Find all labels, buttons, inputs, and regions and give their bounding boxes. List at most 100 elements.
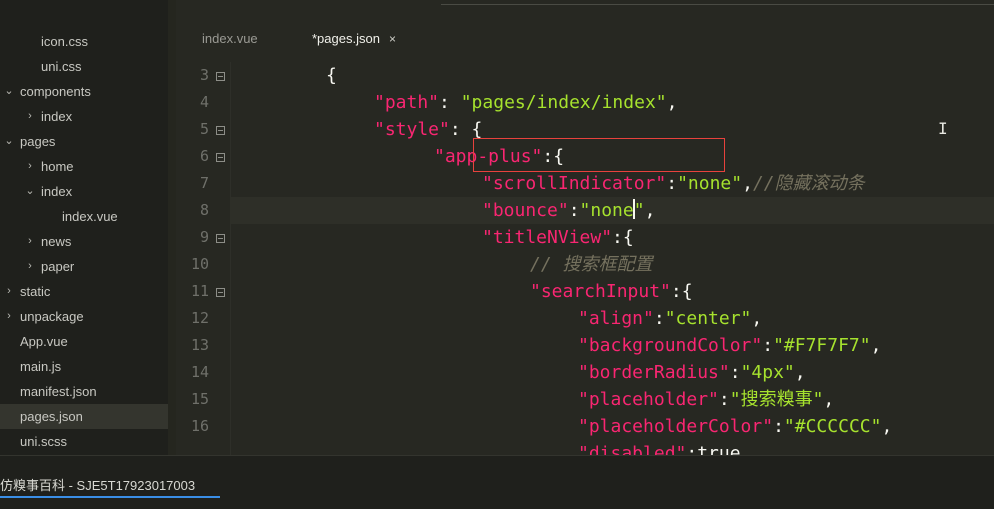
code-token: : { <box>449 119 483 140</box>
tree-item-label: components <box>20 84 91 99</box>
tree-item-main-js[interactable]: main.js <box>0 354 168 379</box>
line-number: 4 <box>199 93 209 111</box>
code-token: :true, <box>686 443 752 455</box>
tree-item-home[interactable]: › home <box>0 154 168 179</box>
tree-item-unpackage[interactable]: › unpackage <box>0 304 168 329</box>
code-token: : <box>653 308 665 329</box>
chevron-right-icon[interactable]: › <box>24 229 36 254</box>
annotation-highlight-box <box>473 138 725 172</box>
tree-item-pages-index[interactable]: ⌄ index <box>0 179 168 204</box>
tree-item-icon-css[interactable]: icon.css <box>0 29 168 54</box>
code-token: "searchInput" <box>530 281 671 302</box>
code-token: : <box>666 173 678 194</box>
fold-toggle-icon[interactable] <box>216 72 225 81</box>
line-number: 5 <box>199 120 209 138</box>
code-line[interactable]: 3{ <box>176 62 994 89</box>
chevron-down-icon[interactable]: ⌄ <box>3 129 15 154</box>
line-number: 7 <box>199 174 209 192</box>
line-number: 10 <box>190 255 209 273</box>
code-line[interactable]: 8 "bounce":"none", <box>200 197 994 224</box>
line-number: 8 <box>199 201 209 219</box>
code-area[interactable]: 3{4 "path": "pages/index/index", 5 "style":… <box>176 62 994 455</box>
tree-item-label: App.vue <box>20 334 68 349</box>
tree-item-label: pages.json <box>20 409 83 424</box>
code-text: "style": { <box>374 116 482 143</box>
code-line[interactable]: "disabled":true, <box>176 440 994 455</box>
line-number: 16 <box>190 417 209 435</box>
tree-item-label: icon.css <box>41 34 88 49</box>
fold-toggle-icon[interactable] <box>216 126 225 135</box>
code-token: : <box>773 416 784 437</box>
tree-item-pages-json[interactable]: pages.json <box>0 404 168 429</box>
chevron-down-icon[interactable]: ⌄ <box>24 179 36 204</box>
chevron-right-icon[interactable]: › <box>3 304 15 329</box>
file-explorer: icon.css uni.css ⌄ components › index ⌄ pag… <box>0 0 168 455</box>
status-bar: 仿糗事百科 - SJE5T17923017003 <box>0 455 994 509</box>
tree-item-app-vue[interactable]: App.vue <box>0 329 168 354</box>
tree-item-pages[interactable]: ⌄ pages <box>0 129 168 154</box>
tab-bar-divider <box>441 4 994 5</box>
code-line[interactable]: 15 "placeholder":"搜索糗事", <box>176 386 994 413</box>
chevron-right-icon[interactable]: › <box>24 254 36 279</box>
code-line[interactable]: 9 "titleNView":{ <box>176 224 994 251</box>
code-token: , <box>823 389 835 410</box>
code-line[interactable]: 10 // 搜索框配置 <box>176 251 994 278</box>
tree-item-label: main.js <box>20 359 62 374</box>
line-number: 15 <box>190 390 209 408</box>
chevron-right-icon[interactable]: › <box>24 154 36 179</box>
active-indicator <box>0 496 220 498</box>
tree-item-paper[interactable]: › paper <box>0 254 168 279</box>
code-line[interactable]: 11 "searchInput":{ <box>176 278 994 305</box>
code-line[interactable]: 12 "align":"center", <box>176 305 994 332</box>
tree-item-manifest-json[interactable]: manifest.json <box>0 379 168 404</box>
tree-item-label: uni.scss <box>20 434 67 449</box>
chevron-right-icon[interactable]: › <box>3 279 15 304</box>
tree-item-uni-css[interactable]: uni.css <box>0 54 168 79</box>
sidebar-scrollbar[interactable] <box>168 0 176 455</box>
code-token: "placeholderColor" <box>578 416 774 437</box>
code-text: // 搜索框配置 <box>530 251 653 278</box>
project-name[interactable]: 仿糗事百科 - SJE5T17923017003 <box>0 475 195 494</box>
line-number: 9 <box>199 228 209 246</box>
code-token: "4px" <box>740 362 795 383</box>
chevron-right-icon[interactable]: › <box>24 104 36 129</box>
line-number: 3 <box>199 66 209 84</box>
tab-bar: index.vue *pages.json × <box>176 0 994 62</box>
fold-toggle-icon[interactable] <box>216 288 225 297</box>
code-line[interactable]: 14 "borderRadius":"4px", <box>176 359 994 386</box>
code-token: "scrollIndicator" <box>482 173 667 194</box>
code-token: "titleNView" <box>482 227 613 248</box>
tree-item-index-vue[interactable]: index.vue <box>0 204 168 229</box>
code-line[interactable]: 16 "placeholderColor":"#CCCCCC", <box>176 413 994 440</box>
chevron-down-icon[interactable]: ⌄ <box>3 79 15 104</box>
code-token: //隐藏滚动条 <box>752 173 865 194</box>
tree-item-label: index <box>41 184 73 199</box>
code-line[interactable]: 7 "scrollIndicator":"none",//隐藏滚动条 <box>176 170 994 197</box>
code-line[interactable]: 4 "path": "pages/index/index", <box>176 89 994 116</box>
tree-item-components[interactable]: ⌄ components <box>0 79 168 104</box>
code-token: "style" <box>374 119 450 140</box>
code-token: "#F7F7F7" <box>773 335 871 356</box>
fold-toggle-icon[interactable] <box>216 153 225 162</box>
tree-item-static[interactable]: › static <box>0 279 168 304</box>
code-text: "backgroundColor":"#F7F7F7", <box>578 332 881 359</box>
code-token: , <box>881 416 893 437</box>
tree-item-components-index[interactable]: › index <box>0 104 168 129</box>
fold-toggle-icon[interactable] <box>216 234 225 243</box>
line-number: 13 <box>190 336 209 354</box>
line-number: 6 <box>199 147 209 165</box>
close-tab-icon[interactable]: × <box>389 28 396 50</box>
code-token: , <box>870 335 882 356</box>
line-number: 14 <box>190 363 209 381</box>
code-text: "borderRadius":"4px", <box>578 359 806 386</box>
tree-item-news[interactable]: › news <box>0 229 168 254</box>
code-token: { <box>326 65 337 86</box>
text-cursor-icon: I <box>938 119 948 138</box>
code-editor[interactable]: index.vue *pages.json × 3{4 "path": "page… <box>176 0 994 455</box>
code-token: , <box>742 173 753 194</box>
tab-pages-json[interactable]: *pages.json <box>312 28 380 50</box>
code-line[interactable]: 13 "backgroundColor":"#F7F7F7", <box>176 332 994 359</box>
code-token: "borderRadius" <box>578 362 730 383</box>
tab-index-vue[interactable]: index.vue <box>202 28 258 50</box>
tree-item-uni-scss[interactable]: uni.scss <box>0 429 168 454</box>
